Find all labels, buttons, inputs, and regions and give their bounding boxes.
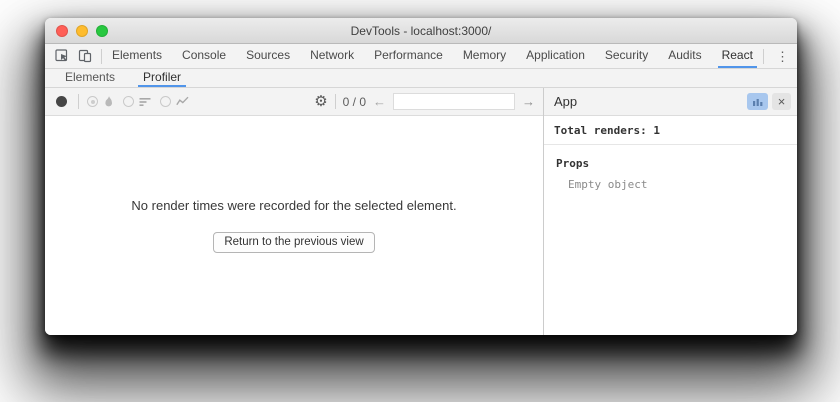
tab-label: Network	[310, 48, 354, 62]
tab-elements[interactable]: Elements	[108, 44, 166, 68]
toolbar-icons	[45, 44, 102, 68]
view-option-interactions[interactable]	[160, 96, 189, 107]
tab-network[interactable]: Network	[306, 44, 358, 68]
selected-element-details: Total renders: 1 Props Empty object	[544, 116, 797, 335]
devtools-tabbar: Elements Console Sources Network Perform…	[45, 44, 797, 69]
tab-label: Performance	[374, 48, 443, 62]
tab-label: Console	[182, 48, 226, 62]
traffic-lights	[56, 18, 108, 43]
divider	[78, 94, 79, 109]
profiler-toolbar: ⚙ 0 / 0 ← →	[45, 88, 543, 116]
tab-label: Sources	[246, 48, 290, 62]
titlebar: DevTools - localhost:3000/	[45, 18, 797, 44]
commit-filter-input[interactable]	[393, 93, 515, 110]
divider	[763, 49, 764, 64]
tab-react[interactable]: React	[718, 44, 757, 68]
tab-memory[interactable]: Memory	[459, 44, 510, 68]
subtab-label: Elements	[65, 70, 115, 84]
previous-commit-icon[interactable]: ←	[373, 95, 386, 108]
radio-flamegraph[interactable]	[87, 96, 98, 107]
react-subtabbar: Elements Profiler	[45, 69, 797, 88]
profiler-main-pane: ⚙ 0 / 0 ← → No render times were recorde…	[45, 88, 543, 335]
device-toolbar-icon[interactable]	[78, 49, 92, 63]
tab-label: Security	[605, 48, 648, 62]
toolbar-right-group: ⚙ 0 / 0 ← →	[314, 93, 535, 110]
devtools-window: DevTools - localhost:3000/	[45, 18, 797, 335]
radio-dot	[91, 100, 95, 104]
divider	[335, 94, 336, 109]
selected-element-pane: App × Total renders: 1 Props Empty objec…	[543, 88, 797, 335]
tab-application[interactable]: Application	[522, 44, 589, 68]
tab-label: Audits	[668, 48, 701, 62]
tab-performance[interactable]: Performance	[370, 44, 447, 68]
selected-element-header: App ×	[544, 88, 797, 116]
subtab-elements[interactable]: Elements	[60, 69, 120, 87]
props-label: Props	[544, 145, 797, 170]
total-renders: Total renders: 1	[544, 116, 797, 145]
commit-counter: 0 / 0	[343, 95, 366, 109]
bar-chart-icon[interactable]	[747, 93, 768, 110]
flamegraph-icon	[103, 95, 115, 109]
return-previous-view-button[interactable]: Return to the previous view	[213, 232, 374, 253]
interactions-icon	[176, 96, 189, 107]
tab-console[interactable]: Console	[178, 44, 230, 68]
minimize-window-button[interactable]	[76, 25, 88, 37]
close-window-button[interactable]	[56, 25, 68, 37]
view-option-ranked[interactable]	[123, 96, 152, 108]
divider	[101, 49, 102, 64]
profiler-content: No render times were recorded for the se…	[45, 116, 543, 335]
inspect-cursor-icon[interactable]	[55, 49, 69, 63]
radio-ranked[interactable]	[123, 96, 134, 107]
gear-icon[interactable]: ⚙	[314, 94, 327, 109]
tab-label: Application	[526, 48, 585, 62]
tab-label: Elements	[112, 48, 162, 62]
kebab-menu-icon[interactable]: ⋮	[772, 48, 793, 65]
props-value: Empty object	[544, 170, 797, 191]
subtab-label: Profiler	[143, 70, 181, 84]
view-option-flamegraph[interactable]	[87, 95, 115, 109]
zoom-window-button[interactable]	[96, 25, 108, 37]
tab-security[interactable]: Security	[601, 44, 652, 68]
radio-interactions[interactable]	[160, 96, 171, 107]
subtab-profiler[interactable]: Profiler	[138, 69, 186, 87]
tab-label: Memory	[463, 48, 506, 62]
ranked-chart-icon	[139, 96, 152, 108]
tab-audits[interactable]: Audits	[664, 44, 705, 68]
empty-state-message: No render times were recorded for the se…	[45, 198, 543, 213]
window-title: DevTools - localhost:3000/	[351, 24, 492, 38]
tabbar-right: ⋮	[763, 44, 797, 68]
next-commit-icon[interactable]: →	[522, 95, 535, 108]
record-icon[interactable]	[56, 96, 67, 107]
profiler-body: ⚙ 0 / 0 ← → No render times were recorde…	[45, 88, 797, 335]
selected-component-name: App	[554, 94, 743, 109]
tab-label: React	[722, 48, 753, 62]
return-button-row: Return to the previous view	[45, 232, 543, 253]
tab-sources[interactable]: Sources	[242, 44, 294, 68]
screenshot-stage: DevTools - localhost:3000/	[0, 0, 840, 402]
close-icon[interactable]: ×	[772, 93, 791, 110]
